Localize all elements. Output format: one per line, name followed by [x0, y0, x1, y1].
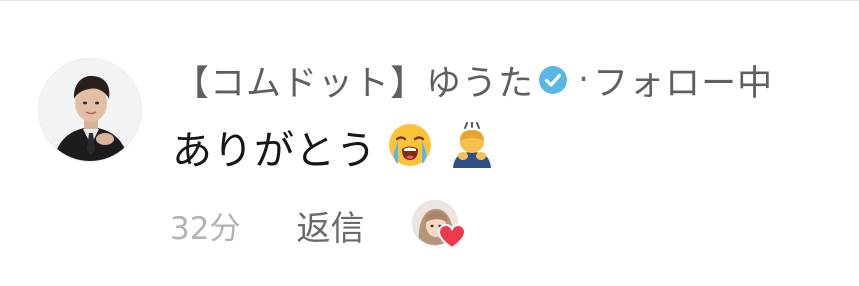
separator-dot: ·: [578, 60, 590, 100]
author-name[interactable]: 【コムドット】ゆうた: [174, 55, 534, 106]
heart-icon: [438, 223, 467, 250]
comment-body: ありがとう: [172, 118, 495, 176]
timestamp: 32分: [170, 210, 241, 247]
author-row: 【コムドット】ゆうた · フォロー中: [174, 54, 773, 106]
verified-check-icon: [538, 65, 568, 95]
person-bowing-emoji: [449, 121, 495, 172]
reply-button[interactable]: 返信: [296, 201, 364, 250]
follow-status: フォロー中: [593, 63, 774, 104]
loudly-crying-face-emoji: [387, 122, 433, 172]
author-avatar[interactable]: [38, 58, 142, 162]
comment-meta: 32分 返信: [170, 200, 467, 250]
divider: [0, 0, 859, 1]
comment-item: 【コムドット】ゆうた · フォロー中 ありがとう 32分 返信: [0, 0, 859, 286]
comment-text: ありがとう: [172, 128, 377, 174]
author-avatar-image: [39, 59, 141, 161]
creator-liked-badge: [412, 200, 467, 250]
